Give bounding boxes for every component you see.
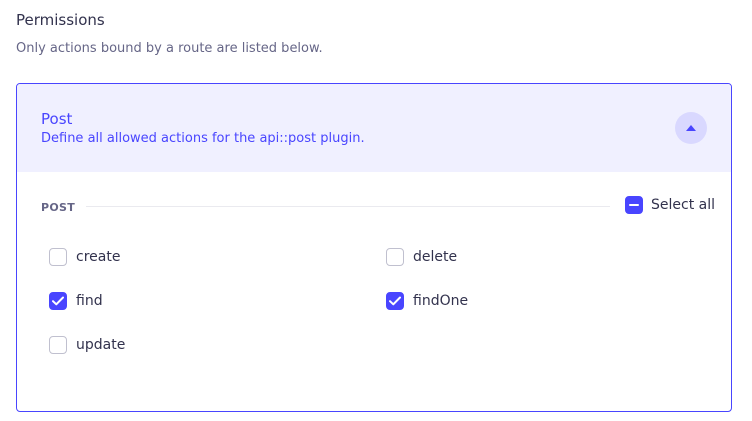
permission-label: update [76,337,126,353]
page-title: Permissions [16,11,105,29]
checkbox-create[interactable] [49,248,67,266]
panel-description: Define all allowed actions for the api::… [41,131,365,146]
permission-label: findOne [413,293,469,309]
permission-label: create [76,249,121,265]
panel-header[interactable]: Post Define all allowed actions for the … [17,84,731,172]
section-label: POST [41,201,76,214]
permissions-panel-post: Post Define all allowed actions for the … [16,83,732,412]
permission-delete[interactable]: delete [386,248,457,266]
check-icon [389,296,401,306]
select-all-label: Select all [651,197,715,213]
permission-label: find [76,293,103,309]
checkbox-find[interactable] [49,292,67,310]
permission-findone[interactable]: findOne [386,292,468,310]
checkbox-delete[interactable] [386,248,404,266]
page-subtitle: Only actions bound by a route are listed… [16,41,323,56]
checkbox-findone[interactable] [386,292,404,310]
check-icon [52,296,64,306]
select-all-checkbox[interactable]: Select all [625,196,715,214]
permission-update[interactable]: update [49,336,125,354]
indeterminate-checkbox-icon[interactable] [625,196,643,214]
chevron-up-icon [686,125,696,131]
permission-create[interactable]: create [49,248,120,266]
permission-label: delete [413,249,458,265]
section-divider [86,206,610,207]
checkbox-update[interactable] [49,336,67,354]
collapse-toggle-button[interactable] [675,112,707,144]
permission-find[interactable]: find [49,292,103,310]
panel-title: Post [41,110,73,128]
